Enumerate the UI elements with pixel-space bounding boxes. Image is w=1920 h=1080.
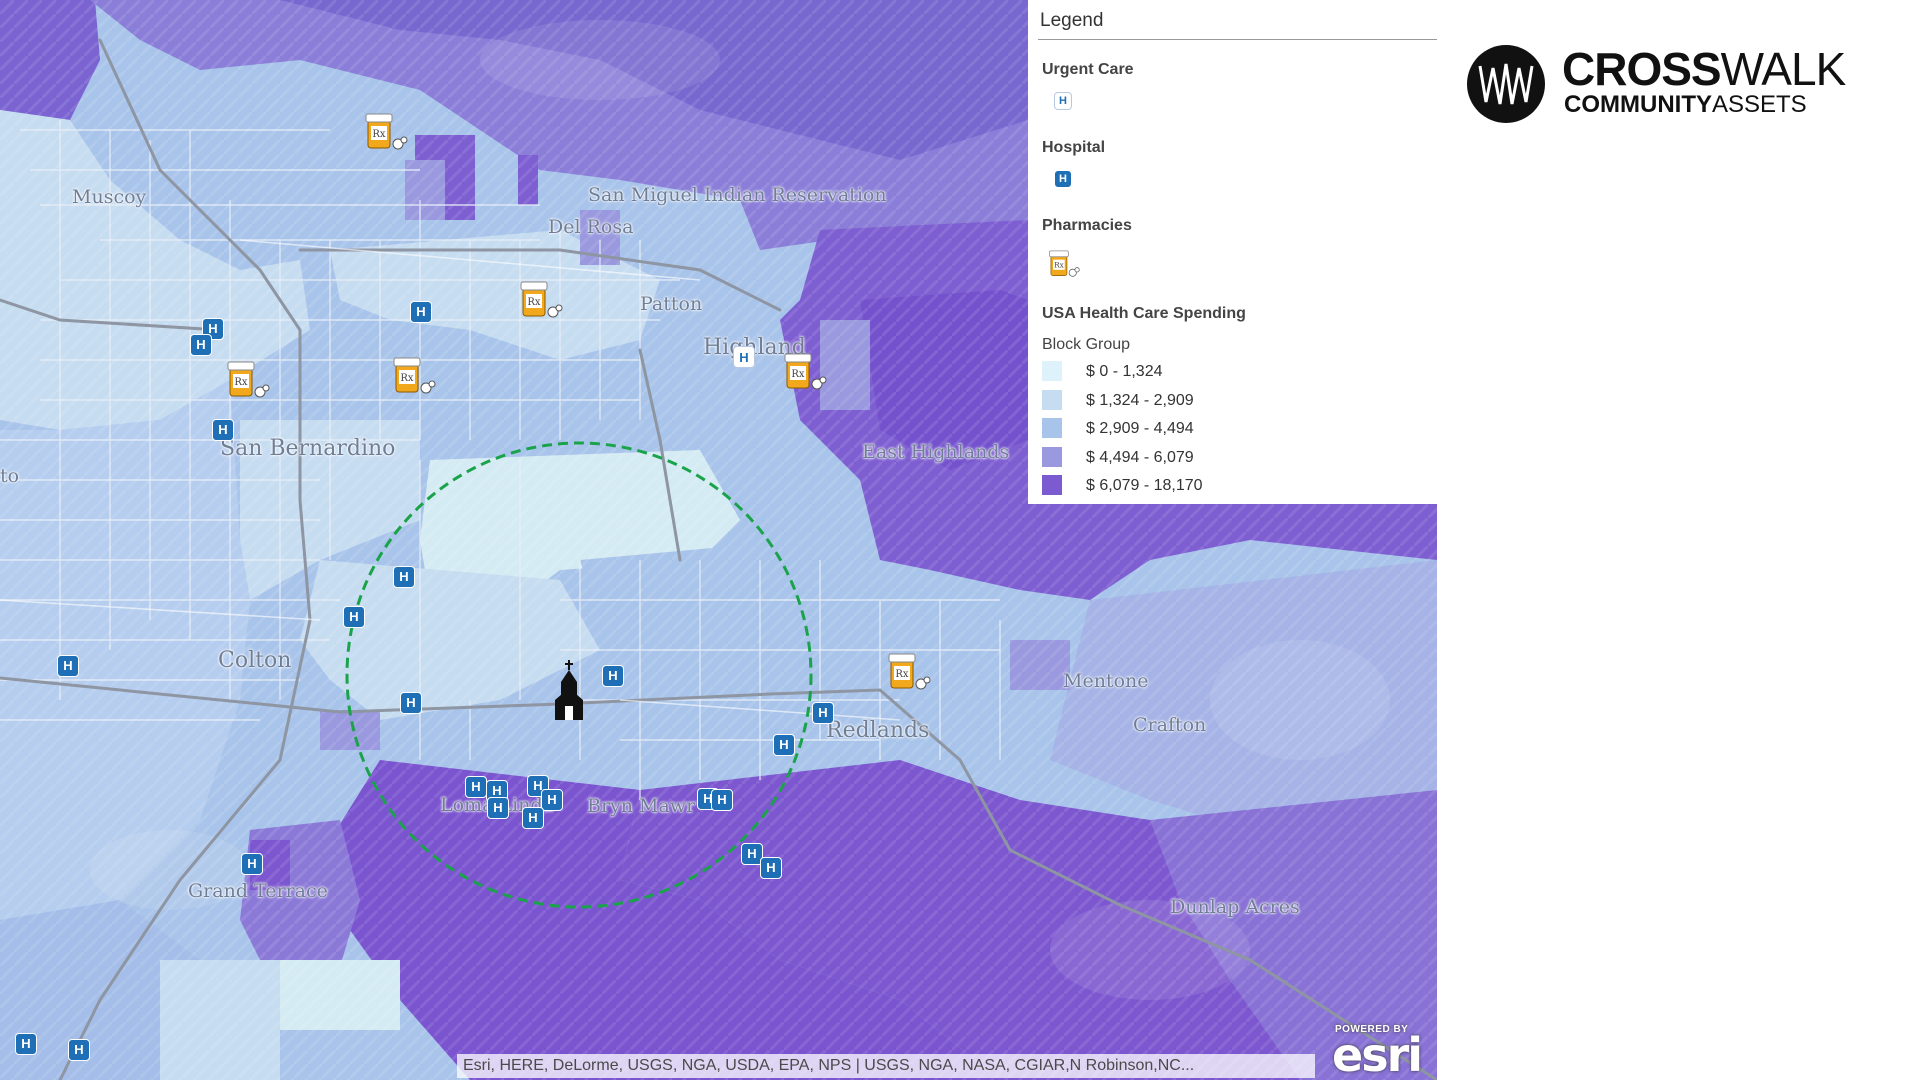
hospital-icon[interactable]: H bbox=[15, 1033, 37, 1055]
legend-block-group-label: Block Group bbox=[1042, 336, 1131, 353]
legend-swatch-4 bbox=[1042, 447, 1062, 467]
pharmacy-icon[interactable]: Rx bbox=[887, 650, 931, 694]
legend-pharmacies-heading: Pharmacies bbox=[1042, 217, 1132, 234]
legend-title: Legend bbox=[1040, 10, 1104, 31]
legend-range-2: $ 1,324 - 2,909 bbox=[1086, 392, 1194, 409]
urgent-care-icon[interactable]: H bbox=[733, 346, 755, 368]
legend-range-5: $ 6,079 - 18,170 bbox=[1086, 477, 1203, 494]
hospital-icon[interactable]: H bbox=[68, 1039, 90, 1061]
legend-swatch-5 bbox=[1042, 475, 1062, 495]
place-label-grand-terrace: Grand Terrace bbox=[188, 880, 328, 902]
svg-text:Rx: Rx bbox=[372, 129, 386, 140]
legend-range-1: $ 0 - 1,324 bbox=[1086, 363, 1163, 380]
pharmacy-icon[interactable]: Rx bbox=[783, 350, 827, 394]
place-label-mentone: Mentone bbox=[1063, 670, 1149, 692]
svg-text:Rx: Rx bbox=[234, 377, 248, 388]
crosswalk-logo: CROSSWALK COMMUNITYASSETS bbox=[1466, 44, 1876, 124]
hospital-icon[interactable]: H bbox=[410, 301, 432, 323]
place-label-edge: to bbox=[0, 465, 20, 487]
legend-range-3: $ 2,909 - 4,494 bbox=[1086, 420, 1194, 437]
legend-hospital-heading: Hospital bbox=[1042, 139, 1106, 156]
hospital-icon[interactable]: H bbox=[760, 857, 782, 879]
pharmacy-icon[interactable]: Rx bbox=[364, 110, 408, 154]
hospital-icon[interactable]: H bbox=[522, 807, 544, 829]
hospital-icon[interactable]: H bbox=[400, 692, 422, 714]
map-canvas[interactable]: Muscoy San Miguel Indian Reservation Del… bbox=[0, 0, 1437, 1080]
place-label-east-highlands: East Highlands bbox=[862, 441, 1010, 463]
hospital-icon[interactable]: H bbox=[602, 665, 624, 687]
logo-line-1: CROSSWALK bbox=[1562, 43, 1846, 95]
svg-text:Rx: Rx bbox=[791, 369, 805, 380]
hospital-icon[interactable]: H bbox=[465, 776, 487, 798]
legend-urgent-care-icon: H bbox=[1054, 92, 1072, 110]
hospital-icon[interactable]: H bbox=[212, 419, 234, 441]
svg-text:Rx: Rx bbox=[1054, 261, 1064, 270]
hospital-icon[interactable]: H bbox=[190, 334, 212, 356]
place-label-colton: Colton bbox=[218, 648, 292, 673]
legend-range-4: $ 4,494 - 6,079 bbox=[1086, 449, 1194, 466]
place-label-patton: Patton bbox=[640, 293, 703, 315]
legend-swatch-2 bbox=[1042, 390, 1062, 410]
pharmacy-icon[interactable]: Rx bbox=[519, 278, 563, 322]
hospital-icon[interactable]: H bbox=[711, 789, 733, 811]
legend-pharmacy-icon: Rx bbox=[1049, 250, 1080, 277]
place-label-san-bernardino: San Bernardino bbox=[220, 436, 396, 461]
svg-text:Rx: Rx bbox=[527, 297, 541, 308]
legend-swatch-1 bbox=[1042, 361, 1062, 381]
hospital-icon[interactable]: H bbox=[57, 655, 79, 677]
svg-text:Rx: Rx bbox=[895, 669, 909, 680]
hospital-icon[interactable]: H bbox=[393, 566, 415, 588]
map-legend: Legend Urgent Care H Hospital H Pharmaci… bbox=[1028, 0, 1437, 504]
legend-swatch-3 bbox=[1042, 418, 1062, 438]
logo-line-2: COMMUNITYASSETS bbox=[1564, 91, 1807, 118]
place-label-bryn-mawr: Bryn Mawr bbox=[587, 795, 696, 817]
pharmacy-icon[interactable]: Rx bbox=[226, 358, 270, 402]
place-label-del-rosa: Del Rosa bbox=[548, 216, 634, 238]
hospital-icon[interactable]: H bbox=[487, 797, 509, 819]
esri-logo[interactable]: POWERED BY esri bbox=[1330, 1022, 1430, 1080]
place-label-muscoy: Muscoy bbox=[72, 186, 147, 208]
legend-spending-heading: USA Health Care Spending bbox=[1042, 305, 1246, 322]
map-attribution[interactable]: Esri, HERE, DeLorme, USGS, NGA, USDA, EP… bbox=[457, 1054, 1315, 1078]
legend-divider bbox=[1038, 39, 1437, 40]
legend-hospital-icon: H bbox=[1054, 170, 1072, 188]
hospital-icon[interactable]: H bbox=[241, 853, 263, 875]
crosswalk-logo-mark bbox=[1467, 45, 1545, 123]
place-label-dunlap-acres: Dunlap Acres bbox=[1170, 896, 1300, 918]
esri-wordmark: esri bbox=[1332, 1028, 1423, 1080]
hospital-icon[interactable]: H bbox=[773, 734, 795, 756]
hospital-icon[interactable]: H bbox=[812, 702, 834, 724]
pharmacy-icon[interactable]: Rx bbox=[392, 354, 436, 398]
hospital-icon[interactable]: H bbox=[541, 789, 563, 811]
svg-text:Rx: Rx bbox=[400, 373, 414, 384]
hospital-icon[interactable]: H bbox=[343, 606, 365, 628]
place-label-san-miguel: San Miguel Indian Reservation bbox=[588, 184, 887, 206]
place-label-crafton: Crafton bbox=[1133, 714, 1207, 736]
place-label-redlands: Redlands bbox=[826, 718, 930, 743]
legend-urgent-care-heading: Urgent Care bbox=[1042, 61, 1134, 78]
